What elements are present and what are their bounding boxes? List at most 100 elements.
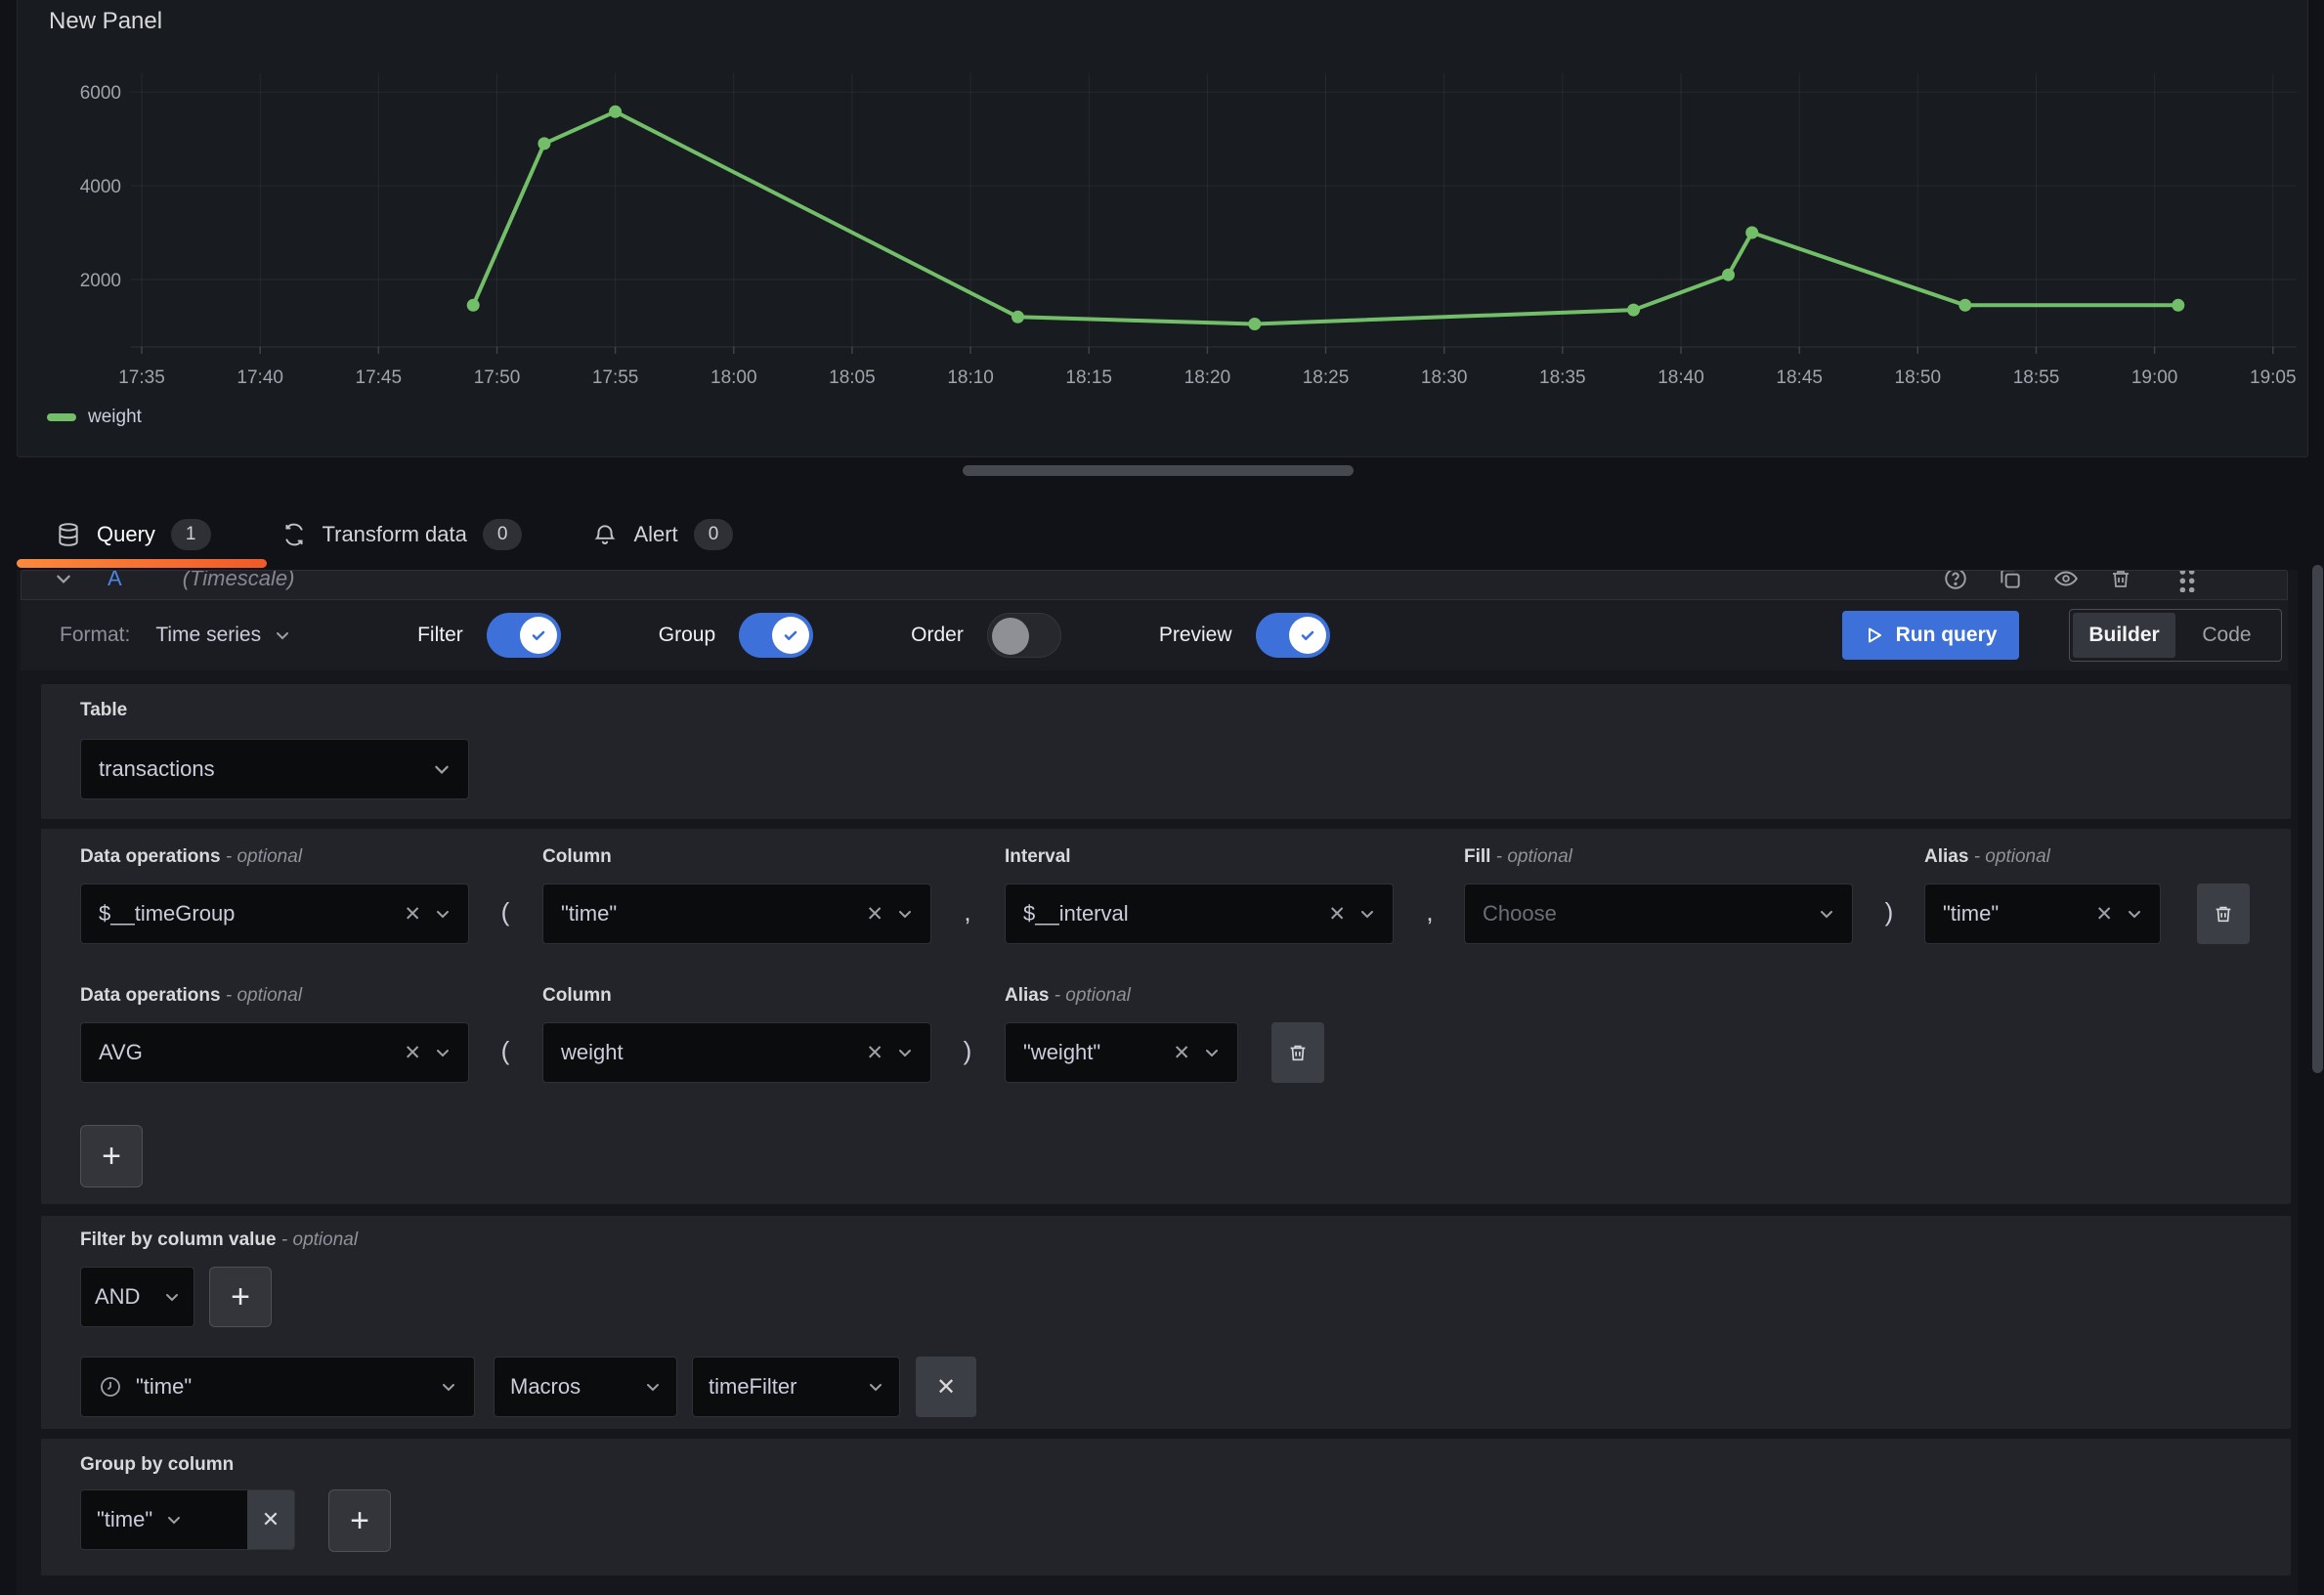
filter-operator-select[interactable]: AND	[80, 1267, 194, 1327]
add-filter-button[interactable]: +	[209, 1267, 272, 1327]
time-series-chart[interactable]: 17:3517:4017:4517:5017:5518:0018:0518:10…	[18, 0, 2309, 457]
query-options-toolbar: Format: Time series Filter Group Order P…	[21, 600, 2288, 670]
svg-text:18:50: 18:50	[1895, 367, 1942, 388]
clock-icon	[99, 1375, 122, 1399]
filter-toggle[interactable]	[487, 613, 561, 658]
query-row-header[interactable]: A (Timescale)	[21, 570, 2288, 600]
tab-query[interactable]: Query 1	[56, 519, 211, 550]
panel-title[interactable]: New Panel	[49, 8, 162, 35]
horizontal-scrollbar-thumb[interactable]	[963, 465, 1354, 476]
filter-toggle-label: Filter	[417, 624, 463, 647]
column-select[interactable]: "time" ✕	[542, 884, 931, 944]
group-by-column-select[interactable]: "time"	[81, 1490, 247, 1549]
clear-icon[interactable]: ✕	[404, 902, 421, 927]
group-by-combo: "time" ✕	[80, 1489, 295, 1550]
svg-text:18:05: 18:05	[829, 367, 876, 388]
svg-text:17:45: 17:45	[356, 367, 403, 388]
filter-macros-select[interactable]: Macros	[494, 1357, 677, 1417]
order-toggle-label: Order	[911, 624, 964, 647]
clear-icon[interactable]: ✕	[404, 1041, 421, 1065]
filter-by-column-label: Filter by column value - optional	[80, 1229, 358, 1251]
trash-icon[interactable]	[2109, 570, 2132, 591]
tab-transform-count: 0	[483, 519, 523, 550]
chevron-down-icon	[433, 760, 451, 778]
remove-group-by-button[interactable]: ✕	[247, 1490, 294, 1549]
remove-row-button[interactable]	[2197, 884, 2250, 944]
data-operations-select[interactable]: $__timeGroup ✕	[80, 884, 469, 944]
chevron-down-icon	[897, 1045, 913, 1060]
clear-icon[interactable]: ✕	[1173, 1041, 1190, 1065]
help-icon[interactable]	[1943, 570, 1968, 591]
comma: ,	[931, 897, 1004, 927]
interval-select[interactable]: $__interval ✕	[1005, 884, 1394, 944]
drag-handle-icon[interactable]	[2175, 570, 2199, 592]
group-by-section: Group by column "time" ✕ +	[41, 1439, 2291, 1575]
filter-macro-select[interactable]: timeFilter	[692, 1357, 900, 1417]
eye-icon[interactable]	[2052, 570, 2080, 591]
chevron-down-icon	[2127, 906, 2142, 922]
chevron-down-icon	[1819, 906, 1834, 922]
chevron-down-icon	[441, 1379, 456, 1395]
chevron-down-icon	[1204, 1045, 1220, 1060]
table-section: Table transactions	[41, 684, 2291, 819]
table-select[interactable]: transactions	[80, 739, 469, 799]
clear-icon[interactable]: ✕	[866, 1041, 883, 1065]
preview-toggle[interactable]	[1256, 613, 1330, 658]
vertical-scrollbar-thumb[interactable]	[2312, 565, 2323, 1073]
svg-text:18:40: 18:40	[1657, 367, 1704, 388]
chevron-down-icon	[435, 906, 451, 922]
chart-panel: 17:3517:4017:4517:5017:5518:0018:0518:10…	[17, 0, 2308, 457]
format-label: Format:	[60, 624, 130, 647]
clear-icon[interactable]: ✕	[866, 902, 883, 927]
tab-transform-data[interactable]: Transform data 0	[281, 519, 523, 550]
active-tab-underline	[17, 559, 267, 568]
check-icon	[529, 625, 548, 645]
preview-toggle-label: Preview	[1159, 624, 1232, 647]
comma: ,	[1394, 897, 1466, 927]
alias-select[interactable]: "time" ✕	[1924, 884, 2161, 944]
filter-column-select[interactable]: "time"	[80, 1357, 475, 1417]
tab-alert[interactable]: Alert 0	[592, 519, 733, 550]
svg-text:18:00: 18:00	[710, 367, 757, 388]
group-by-label: Group by column	[80, 1454, 234, 1476]
column-select[interactable]: weight ✕	[542, 1022, 931, 1083]
data-operations-select[interactable]: AVG ✕	[80, 1022, 469, 1083]
group-toggle-label: Group	[659, 624, 715, 647]
svg-text:18:35: 18:35	[1539, 367, 1586, 388]
add-column-button[interactable]: +	[80, 1125, 143, 1187]
filter-section: Filter by column value - optional AND + …	[41, 1216, 2291, 1429]
order-toggle[interactable]	[987, 613, 1061, 658]
legend-item-weight[interactable]: weight	[47, 407, 142, 428]
chevron-down-icon[interactable]	[55, 570, 72, 587]
builder-mode-button[interactable]: Builder	[2073, 613, 2175, 658]
remove-row-button[interactable]	[1271, 1022, 1324, 1083]
svg-text:18:25: 18:25	[1303, 367, 1350, 388]
code-mode-button[interactable]: Code	[2175, 613, 2278, 658]
fill-select[interactable]: Choose	[1464, 884, 1853, 944]
svg-text:18:30: 18:30	[1421, 367, 1468, 388]
query-editor: A (Timescale) Format: Time series Filter…	[17, 570, 2298, 1595]
add-group-by-button[interactable]: +	[328, 1489, 391, 1552]
run-query-button[interactable]: Run query	[1842, 611, 2019, 660]
clear-icon[interactable]: ✕	[2095, 902, 2113, 927]
legend-label: weight	[88, 407, 142, 428]
data-operations-label: Data operations - optional	[80, 985, 302, 1007]
alias-select[interactable]: "weight" ✕	[1005, 1022, 1238, 1083]
play-icon	[1865, 625, 1884, 645]
alias-label: Alias - optional	[1005, 985, 1131, 1007]
chevron-down-icon	[645, 1379, 661, 1395]
builder-code-switch: Builder Code	[2069, 609, 2282, 662]
database-icon	[56, 522, 81, 547]
clear-icon[interactable]: ✕	[1328, 902, 1346, 927]
open-paren: (	[469, 897, 541, 927]
svg-text:19:00: 19:00	[2131, 367, 2178, 388]
svg-text:17:55: 17:55	[592, 367, 639, 388]
group-toggle[interactable]	[739, 613, 813, 658]
duplicate-icon[interactable]	[1998, 570, 2023, 591]
data-operations-label: Data operations - optional	[80, 846, 302, 868]
legend-swatch	[47, 413, 76, 421]
svg-text:18:20: 18:20	[1184, 367, 1231, 388]
remove-filter-button[interactable]: ✕	[916, 1357, 976, 1417]
format-select[interactable]: Time series	[155, 624, 290, 647]
fill-label: Fill - optional	[1464, 846, 1572, 868]
